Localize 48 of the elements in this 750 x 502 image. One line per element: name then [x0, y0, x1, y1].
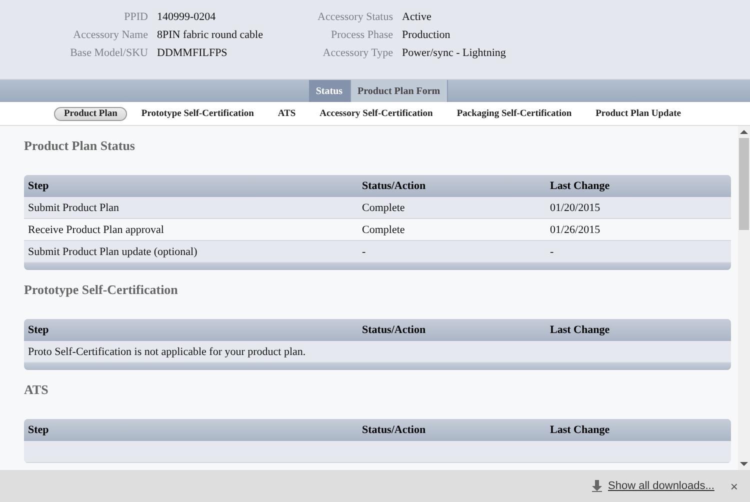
field-value: DDMMFILFPS	[157, 47, 228, 59]
field-label: Process Phase	[330, 29, 393, 41]
field-label: Accessory Status	[316, 11, 393, 23]
download-arrow-icon	[592, 480, 602, 492]
section-title: Product Plan Status	[24, 138, 136, 154]
field-label: PPID	[123, 11, 148, 23]
scrollbar[interactable]	[738, 126, 750, 470]
section-title: ATS	[24, 382, 50, 398]
section-link[interactable]: Product Plan	[54, 106, 128, 120]
column-header: Status/Action	[361, 424, 427, 436]
show-downloads-link[interactable]: Show all downloads...	[608, 480, 714, 492]
section-link[interactable]: Accessory Self-Certification	[310, 106, 443, 120]
table-cell-text: -	[361, 246, 367, 258]
scrollbar-thumb[interactable]	[739, 138, 749, 230]
field-label: Accessory Type	[322, 47, 393, 59]
column-header: Last Change	[549, 424, 611, 436]
scroll-down-icon[interactable]	[740, 461, 748, 467]
section-link[interactable]: Packaging Self-Certification	[446, 106, 582, 120]
field-value: Power/sync - Lightning	[402, 47, 506, 59]
table-cell-text: Submit Product Plan	[27, 202, 120, 214]
table-cell-text: Submit Product Plan update (optional)	[27, 246, 198, 258]
table-cell-text: Receive Product Plan approval	[27, 224, 165, 236]
column-header: Step	[27, 324, 50, 336]
column-header: Status/Action	[361, 324, 427, 336]
section-link[interactable]: Product Plan Update	[586, 106, 691, 120]
section-link[interactable]: Prototype Self-Certification	[131, 106, 264, 120]
field-value: 140999-0204	[157, 11, 216, 23]
scroll-up-icon[interactable]	[740, 129, 748, 135]
table-cell-text: Complete	[361, 224, 406, 236]
table-cell-text: 01/26/2015	[549, 224, 602, 236]
field-label: Base Model/SKU	[69, 47, 148, 59]
section-title: Prototype Self-Certification	[24, 282, 179, 298]
close-button[interactable]: ×	[728, 478, 740, 494]
table-note: Proto Self-Certification is not applicable for your product plan.	[27, 346, 306, 358]
tab[interactable]: Product Plan Form	[350, 80, 448, 102]
column-header: Last Change	[549, 324, 611, 336]
field-value: Production	[402, 29, 450, 41]
column-header: Last Change	[549, 180, 611, 192]
section-link[interactable]: ATS	[268, 106, 306, 120]
table-cell-text: Complete	[361, 202, 406, 214]
field-value: Active	[402, 11, 432, 23]
field-value: 8PIN fabric round cable	[157, 29, 263, 41]
column-header: Step	[27, 424, 50, 436]
field-label: Accessory Name	[72, 29, 148, 41]
table-cell-text: -	[549, 246, 555, 258]
column-header: Status/Action	[361, 180, 427, 192]
table-cell-text: 01/20/2015	[549, 202, 602, 214]
column-header: Step	[27, 180, 50, 192]
